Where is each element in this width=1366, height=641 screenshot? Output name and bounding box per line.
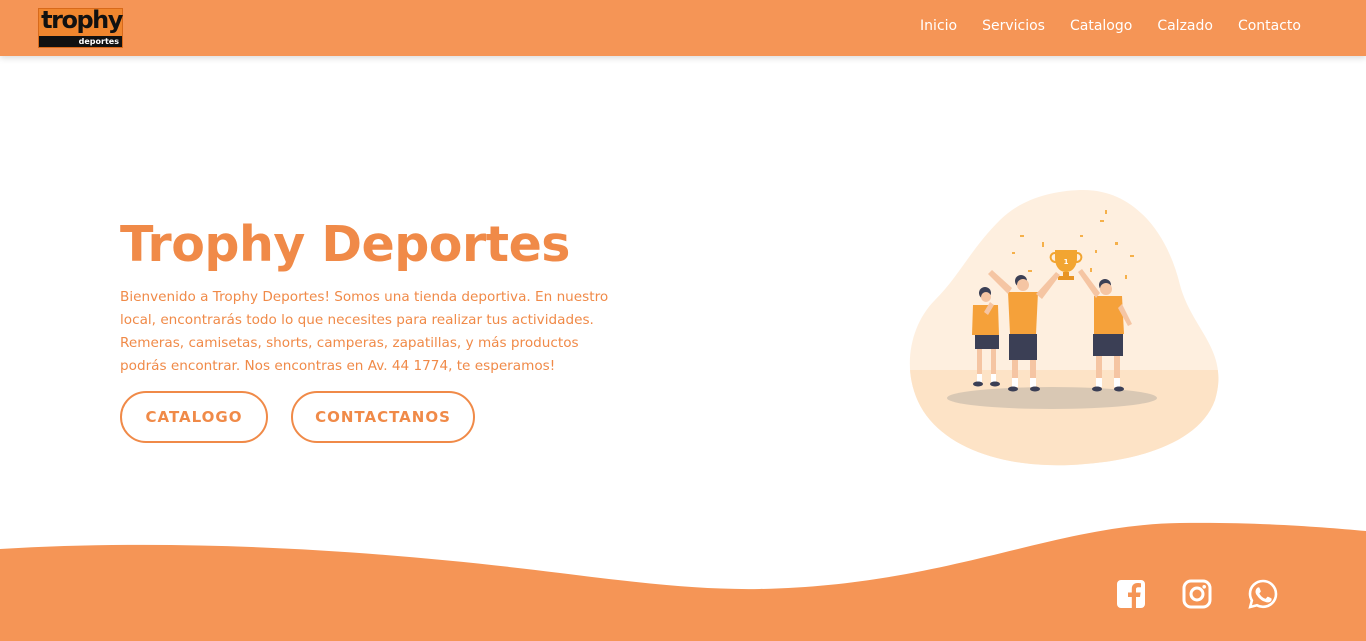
hero-title: Trophy Deportes: [120, 216, 570, 273]
celebration-illustration: 1: [909, 189, 1219, 466]
whatsapp-icon[interactable]: [1247, 578, 1279, 610]
floor-band: [909, 370, 1219, 466]
contactanos-button[interactable]: CONTACTANOS: [291, 391, 475, 443]
facebook-icon[interactable]: [1115, 578, 1147, 610]
main-nav: Inicio Servicios Catalogo Calzado Contac…: [920, 18, 1301, 34]
nav-item-calzado[interactable]: Calzado: [1157, 18, 1213, 34]
logo[interactable]: trophy deportes: [38, 6, 123, 48]
trophy-number: 1: [1064, 258, 1069, 266]
ground-shadow: [947, 387, 1157, 409]
logo-sub-text: deportes: [78, 37, 119, 46]
nav-item-contacto[interactable]: Contacto: [1238, 18, 1301, 34]
footer-wave: [0, 522, 1366, 641]
instagram-icon[interactable]: [1181, 578, 1213, 610]
nav-item-servicios[interactable]: Servicios: [982, 18, 1045, 34]
nav-item-catalogo[interactable]: Catalogo: [1070, 18, 1132, 34]
logo-bar: deportes: [39, 36, 122, 47]
header: trophy deportes Inicio Servicios Catalog…: [0, 0, 1366, 56]
logo-main-text: trophy: [41, 6, 123, 34]
nav-item-inicio[interactable]: Inicio: [920, 18, 957, 34]
hero-description: Bienvenido a Trophy Deportes! Somos una …: [120, 289, 609, 374]
catalogo-button[interactable]: CATALOGO: [120, 391, 268, 443]
